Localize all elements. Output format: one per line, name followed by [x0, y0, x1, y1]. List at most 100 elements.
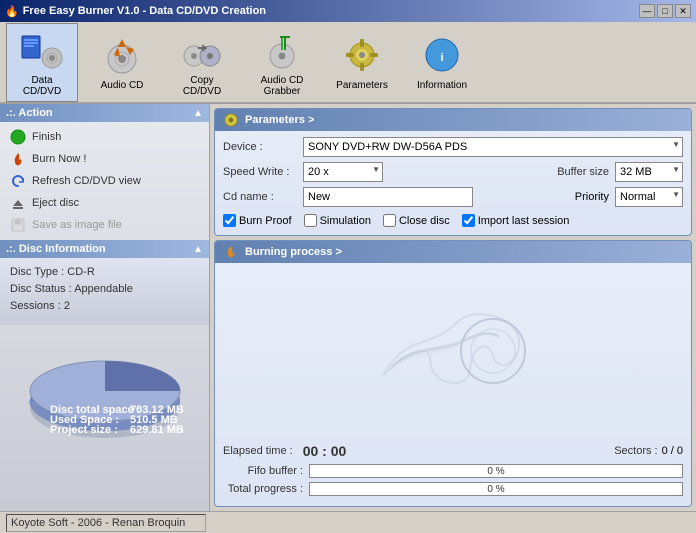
- fifo-buffer-label: Fifo buffer :: [223, 465, 303, 477]
- save-image-label: Save as image file: [32, 219, 122, 231]
- data-cd-dvd-icon: [20, 28, 64, 72]
- save-image-icon: [10, 217, 26, 233]
- status-bar: Koyote Soft - 2006 - Renan Broquin: [0, 511, 696, 533]
- simulation-checkbox[interactable]: Simulation: [304, 214, 371, 227]
- disc-info-section: .:. Disc Information ▲ Disc Type : CD-R …: [0, 240, 209, 325]
- disc-info-section-title: .:. Disc Information: [6, 243, 106, 255]
- device-label: Device :: [223, 141, 303, 153]
- audio-cd-grabber-icon: [260, 28, 304, 72]
- total-progress-label: Total progress :: [223, 483, 303, 495]
- burn-flame-icon: [223, 244, 239, 260]
- sessions-row: Sessions : 2: [10, 300, 199, 312]
- import-last-session-checkbox[interactable]: Import last session: [462, 214, 570, 227]
- close-button[interactable]: ✕: [675, 4, 691, 18]
- disc-status-row: Disc Status : Appendable: [10, 283, 199, 295]
- buffer-select[interactable]: 32 MB: [615, 162, 683, 182]
- burn-proof-input[interactable]: [223, 214, 236, 227]
- burn-animation-area: [223, 269, 683, 443]
- import-last-session-label: Import last session: [478, 215, 570, 227]
- svg-text:Project size :: Project size :: [50, 424, 118, 436]
- disc-info-collapse-button[interactable]: ▲: [193, 244, 203, 255]
- sessions-label: Sessions :: [10, 300, 61, 312]
- buffer-size-label: Buffer size: [557, 166, 609, 178]
- title-bar-left: 🔥 Free Easy Burner V1.0 - Data CD/DVD Cr…: [5, 5, 266, 18]
- action-finish[interactable]: Finish: [0, 126, 209, 148]
- disc-type-row: Disc Type : CD-R: [10, 266, 199, 278]
- svg-text:i: i: [440, 52, 443, 64]
- pie-chart-svg: Disc total space : Used Space : Project …: [15, 333, 195, 443]
- cd-name-label: Cd name :: [223, 191, 303, 203]
- toolbar-copy-cd-dvd[interactable]: Copy CD/DVD: [166, 23, 238, 102]
- app-icon: 🔥: [5, 5, 19, 18]
- checkboxes-row: Burn Proof Simulation Close disc Import …: [223, 212, 683, 229]
- disc-status-value: Appendable: [74, 283, 133, 295]
- finish-label: Finish: [32, 131, 61, 143]
- eject-label: Eject disc: [32, 197, 79, 209]
- close-disc-input[interactable]: [383, 214, 396, 227]
- audio-cd-icon: [100, 33, 144, 77]
- device-select-wrapper[interactable]: SONY DVD+RW DW-D56A PDS: [303, 137, 683, 157]
- speed-buffer-row: Speed Write : 20 x Buffer size 32 MB: [223, 162, 683, 182]
- toolbar-data-cd-dvd-label: Data CD/DVD: [11, 75, 73, 97]
- toolbar-information[interactable]: i Information: [406, 28, 478, 96]
- elapsed-time-label: Elapsed time :: [223, 445, 293, 457]
- eject-icon: [10, 195, 26, 211]
- total-progress-progress: 0 %: [309, 482, 683, 496]
- params-gear-icon: [223, 112, 239, 128]
- action-burn-now[interactable]: Burn Now !: [0, 148, 209, 170]
- burn-now-label: Burn Now !: [32, 153, 86, 165]
- burning-process-title: Burning process >: [245, 246, 342, 258]
- speed-write-label: Speed Write :: [223, 166, 303, 178]
- priority-wrapper[interactable]: Normal: [615, 187, 683, 207]
- toolbar-data-cd-dvd[interactable]: Data CD/DVD: [6, 23, 78, 102]
- fifo-buffer-progress: 0 %: [309, 464, 683, 478]
- burn-proof-checkbox[interactable]: Burn Proof: [223, 214, 292, 227]
- toolbar: Data CD/DVD Audio CD: [0, 22, 696, 104]
- device-row: Device : SONY DVD+RW DW-D56A PDS: [223, 137, 683, 157]
- information-icon: i: [420, 33, 464, 77]
- close-disc-checkbox[interactable]: Close disc: [383, 214, 450, 227]
- toolbar-audio-cd-label: Audio CD: [101, 80, 144, 91]
- elapsed-time-value: 00 : 00: [303, 443, 347, 459]
- left-panel: .:. Action ▲ Finish Burn Now !: [0, 104, 210, 511]
- title-bar: 🔥 Free Easy Burner V1.0 - Data CD/DVD Cr…: [0, 0, 696, 22]
- speed-select[interactable]: 20 x: [303, 162, 383, 182]
- simulation-label: Simulation: [320, 215, 371, 227]
- cd-name-input[interactable]: [303, 187, 473, 207]
- buffer-wrapper[interactable]: 32 MB: [615, 162, 683, 182]
- burn-now-icon: [10, 151, 26, 167]
- action-refresh[interactable]: Refresh CD/DVD view: [0, 170, 209, 192]
- device-select[interactable]: SONY DVD+RW DW-D56A PDS: [303, 137, 683, 157]
- toolbar-audio-cd[interactable]: Audio CD: [86, 28, 158, 96]
- toolbar-parameters-label: Parameters: [336, 80, 388, 91]
- disc-type-label: Disc Type :: [10, 266, 64, 278]
- priority-label: Priority: [575, 191, 609, 203]
- refresh-icon: [10, 173, 26, 189]
- speed-wrapper[interactable]: 20 x: [303, 162, 383, 182]
- burning-process-box: Burning process >: [214, 240, 692, 507]
- burn-proof-label: Burn Proof: [239, 215, 292, 227]
- action-list: Finish Burn Now ! Refresh CD/DVD view: [0, 122, 209, 240]
- action-section-header: .:. Action ▲: [0, 104, 209, 122]
- action-save-image[interactable]: Save as image file: [0, 214, 209, 236]
- toolbar-audio-cd-grabber[interactable]: Audio CD Grabber: [246, 23, 318, 102]
- svg-text:629.81 MB: 629.81 MB: [130, 424, 184, 436]
- action-collapse-button[interactable]: ▲: [193, 108, 203, 119]
- parameters-header: Parameters >: [215, 109, 691, 131]
- priority-select[interactable]: Normal: [615, 187, 683, 207]
- sectors-value: 0 / 0: [662, 445, 683, 457]
- toolbar-copy-cd-dvd-label: Copy CD/DVD: [171, 75, 233, 97]
- sectors-label: Sectors :: [614, 445, 657, 457]
- right-panel: Parameters > Device : SONY DVD+RW DW-D56…: [210, 104, 696, 511]
- simulation-input[interactable]: [304, 214, 317, 227]
- toolbar-audio-cd-grabber-label: Audio CD Grabber: [251, 75, 313, 97]
- total-progress-text: 0 %: [310, 483, 682, 497]
- action-eject[interactable]: Eject disc: [0, 192, 209, 214]
- parameters-body: Device : SONY DVD+RW DW-D56A PDS Speed W…: [215, 131, 691, 235]
- parameters-icon: [340, 33, 384, 77]
- fifo-buffer-row: Fifo buffer : 0 %: [223, 464, 683, 478]
- import-last-session-input[interactable]: [462, 214, 475, 227]
- maximize-button[interactable]: □: [657, 4, 673, 18]
- minimize-button[interactable]: —: [639, 4, 655, 18]
- toolbar-parameters[interactable]: Parameters: [326, 28, 398, 96]
